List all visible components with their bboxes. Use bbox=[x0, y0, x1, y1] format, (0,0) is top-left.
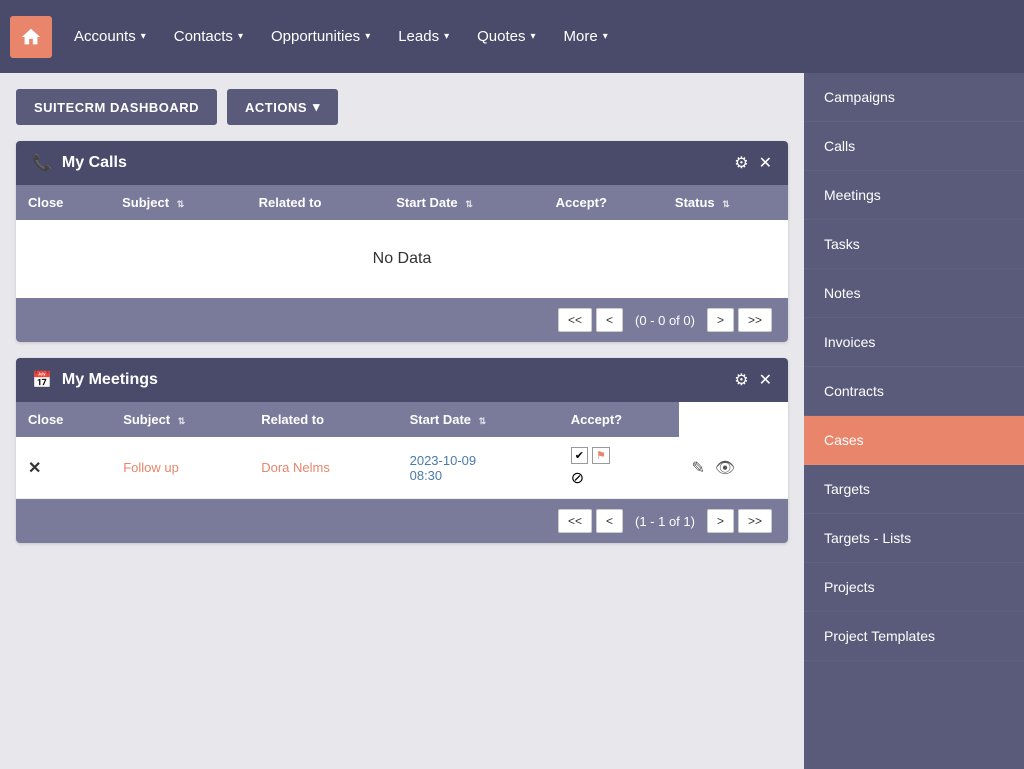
meetings-col-close: Close bbox=[16, 402, 111, 437]
sidebar-item-targets[interactable]: Targets bbox=[804, 465, 1024, 514]
toolbar: SUITECRM DASHBOARD ACTIONS ▾ bbox=[16, 89, 788, 125]
meeting-edit-icon[interactable]: ✎ bbox=[691, 458, 704, 478]
status-sort-icon[interactable]: ⇅ bbox=[722, 199, 730, 209]
subject-sort-icon[interactable]: ⇅ bbox=[177, 199, 185, 209]
calls-table-header-row: Close Subject ⇅ Related to Start Date ⇅ bbox=[16, 185, 788, 220]
meetings-page-info: (1 - 1 of 1) bbox=[627, 514, 703, 529]
calls-col-status: Status ⇅ bbox=[663, 185, 788, 220]
nav-more[interactable]: More ▾ bbox=[550, 20, 622, 53]
sidebar-item-meetings[interactable]: Meetings bbox=[804, 171, 1024, 220]
sidebar-item-project-templates[interactable]: Project Templates bbox=[804, 612, 1024, 661]
meeting-no-symbol-icon[interactable]: ⊘ bbox=[571, 468, 584, 488]
sidebar-item-campaigns[interactable]: Campaigns bbox=[804, 73, 1024, 122]
meeting-accept-flag-icon[interactable]: ⚑ bbox=[592, 447, 610, 464]
sidebar-item-tasks[interactable]: Tasks bbox=[804, 220, 1024, 269]
meeting-subject-link[interactable]: Follow up bbox=[123, 460, 179, 475]
meetings-col-related: Related to bbox=[249, 402, 397, 437]
meetings-table-header-row: Close Subject ⇅ Related to Start Date ⇅ bbox=[16, 402, 788, 437]
calls-gear-icon[interactable]: ⚙ bbox=[734, 153, 748, 173]
sidebar-item-contracts[interactable]: Contracts bbox=[804, 367, 1024, 416]
contacts-chevron-icon: ▾ bbox=[238, 31, 243, 42]
calls-pagination: << < (0 - 0 of 0) > >> bbox=[16, 298, 788, 342]
calls-next-page-button[interactable]: > bbox=[707, 308, 734, 332]
calls-widget-controls: ⚙ ✕ bbox=[734, 153, 772, 173]
meetings-subject-sort-icon[interactable]: ⇅ bbox=[178, 416, 186, 426]
meetings-close-icon[interactable]: ✕ bbox=[759, 370, 772, 390]
meeting-actions-cell: ✎ 👁 bbox=[679, 437, 788, 499]
meeting-accept-icons: ✔ ⚑ ⊘ bbox=[571, 447, 668, 488]
meeting-close-cell: ✕ bbox=[16, 437, 111, 499]
actions-button[interactable]: ACTIONS ▾ bbox=[227, 89, 338, 125]
actions-chevron-icon: ▾ bbox=[313, 99, 320, 115]
meeting-date-link[interactable]: 2023-10-09 08:30 bbox=[410, 453, 477, 483]
meeting-accept-check-icon[interactable]: ✔ bbox=[571, 447, 588, 464]
meeting-action-icons: ✎ 👁 bbox=[691, 458, 776, 478]
accounts-chevron-icon: ▾ bbox=[141, 31, 146, 42]
calls-col-accept: Accept? bbox=[544, 185, 663, 220]
meetings-widget-title: 📅 My Meetings bbox=[32, 370, 158, 390]
meeting-subject-cell: Follow up bbox=[111, 437, 249, 499]
sidebar-item-cases[interactable]: Cases bbox=[804, 416, 1024, 465]
my-calls-widget: 📞 My Calls ⚙ ✕ Close Subject bbox=[16, 141, 788, 342]
home-button[interactable] bbox=[10, 16, 52, 58]
meetings-col-subject: Subject ⇅ bbox=[111, 402, 249, 437]
calls-table: Close Subject ⇅ Related to Start Date ⇅ bbox=[16, 185, 788, 220]
meeting-close-button[interactable]: ✕ bbox=[28, 460, 41, 477]
meetings-startdate-sort-icon[interactable]: ⇅ bbox=[479, 416, 487, 426]
opportunities-chevron-icon: ▾ bbox=[365, 31, 370, 42]
meeting-related-link[interactable]: Dora Nelms bbox=[261, 460, 330, 475]
meetings-col-accept: Accept? bbox=[559, 402, 680, 437]
calls-col-startdate: Start Date ⇅ bbox=[384, 185, 543, 220]
startdate-sort-icon[interactable]: ⇅ bbox=[465, 199, 473, 209]
nav-contacts[interactable]: Contacts ▾ bbox=[160, 20, 257, 53]
sidebar-item-invoices[interactable]: Invoices bbox=[804, 318, 1024, 367]
meeting-startdate-cell: 2023-10-09 08:30 bbox=[398, 437, 559, 499]
leads-chevron-icon: ▾ bbox=[444, 31, 449, 42]
calls-close-icon[interactable]: ✕ bbox=[759, 153, 772, 173]
meetings-widget-controls: ⚙ ✕ bbox=[734, 370, 772, 390]
calls-col-close: Close bbox=[16, 185, 110, 220]
main-panel: SUITECRM DASHBOARD ACTIONS ▾ 📞 My Calls … bbox=[0, 73, 804, 769]
calls-col-subject: Subject ⇅ bbox=[110, 185, 246, 220]
calls-no-data: No Data bbox=[16, 220, 788, 298]
meetings-gear-icon[interactable]: ⚙ bbox=[734, 370, 748, 390]
calls-first-page-button[interactable]: << bbox=[558, 308, 592, 332]
meeting-accept-cell: ✔ ⚑ ⊘ bbox=[559, 437, 680, 499]
meetings-table: Close Subject ⇅ Related to Start Date ⇅ bbox=[16, 402, 788, 499]
sidebar-item-calls[interactable]: Calls bbox=[804, 122, 1024, 171]
nav-opportunities[interactable]: Opportunities ▾ bbox=[257, 20, 384, 53]
meetings-calendar-icon: 📅 bbox=[32, 370, 52, 390]
calls-prev-page-button[interactable]: < bbox=[596, 308, 623, 332]
meetings-first-page-button[interactable]: << bbox=[558, 509, 592, 533]
meeting-view-icon[interactable]: 👁 bbox=[715, 458, 735, 478]
calls-last-page-button[interactable]: >> bbox=[738, 308, 772, 332]
nav-leads[interactable]: Leads ▾ bbox=[384, 20, 463, 53]
content-area: SUITECRM DASHBOARD ACTIONS ▾ 📞 My Calls … bbox=[0, 73, 1024, 769]
more-chevron-icon: ▾ bbox=[603, 31, 608, 42]
right-sidebar: Campaigns Calls Meetings Tasks Notes Inv… bbox=[804, 73, 1024, 769]
meetings-pagination: << < (1 - 1 of 1) > >> bbox=[16, 499, 788, 543]
dashboard-button[interactable]: SUITECRM DASHBOARD bbox=[16, 89, 217, 125]
sidebar-item-notes[interactable]: Notes bbox=[804, 269, 1024, 318]
nav-quotes[interactable]: Quotes ▾ bbox=[463, 20, 549, 53]
meetings-widget-header: 📅 My Meetings ⚙ ✕ bbox=[16, 358, 788, 402]
calls-page-info: (0 - 0 of 0) bbox=[627, 313, 703, 328]
calls-col-related: Related to bbox=[247, 185, 385, 220]
table-row: ✕ Follow up Dora Nelms 2023-10-09 08:30 bbox=[16, 437, 788, 499]
top-navigation: Accounts ▾ Contacts ▾ Opportunities ▾ Le… bbox=[0, 0, 1024, 73]
meeting-accept-top: ✔ ⚑ bbox=[571, 447, 610, 464]
nav-accounts[interactable]: Accounts ▾ bbox=[60, 20, 160, 53]
calls-widget-header: 📞 My Calls ⚙ ✕ bbox=[16, 141, 788, 185]
sidebar-item-targets-lists[interactable]: Targets - Lists bbox=[804, 514, 1024, 563]
meetings-prev-page-button[interactable]: < bbox=[596, 509, 623, 533]
meetings-next-page-button[interactable]: > bbox=[707, 509, 734, 533]
quotes-chevron-icon: ▾ bbox=[531, 31, 536, 42]
calls-widget-title: 📞 My Calls bbox=[32, 153, 127, 173]
sidebar-item-projects[interactable]: Projects bbox=[804, 563, 1024, 612]
calls-phone-icon: 📞 bbox=[32, 153, 52, 173]
my-meetings-widget: 📅 My Meetings ⚙ ✕ Close Subject bbox=[16, 358, 788, 543]
meeting-related-cell: Dora Nelms bbox=[249, 437, 397, 499]
meetings-last-page-button[interactable]: >> bbox=[738, 509, 772, 533]
meetings-col-startdate: Start Date ⇅ bbox=[398, 402, 559, 437]
